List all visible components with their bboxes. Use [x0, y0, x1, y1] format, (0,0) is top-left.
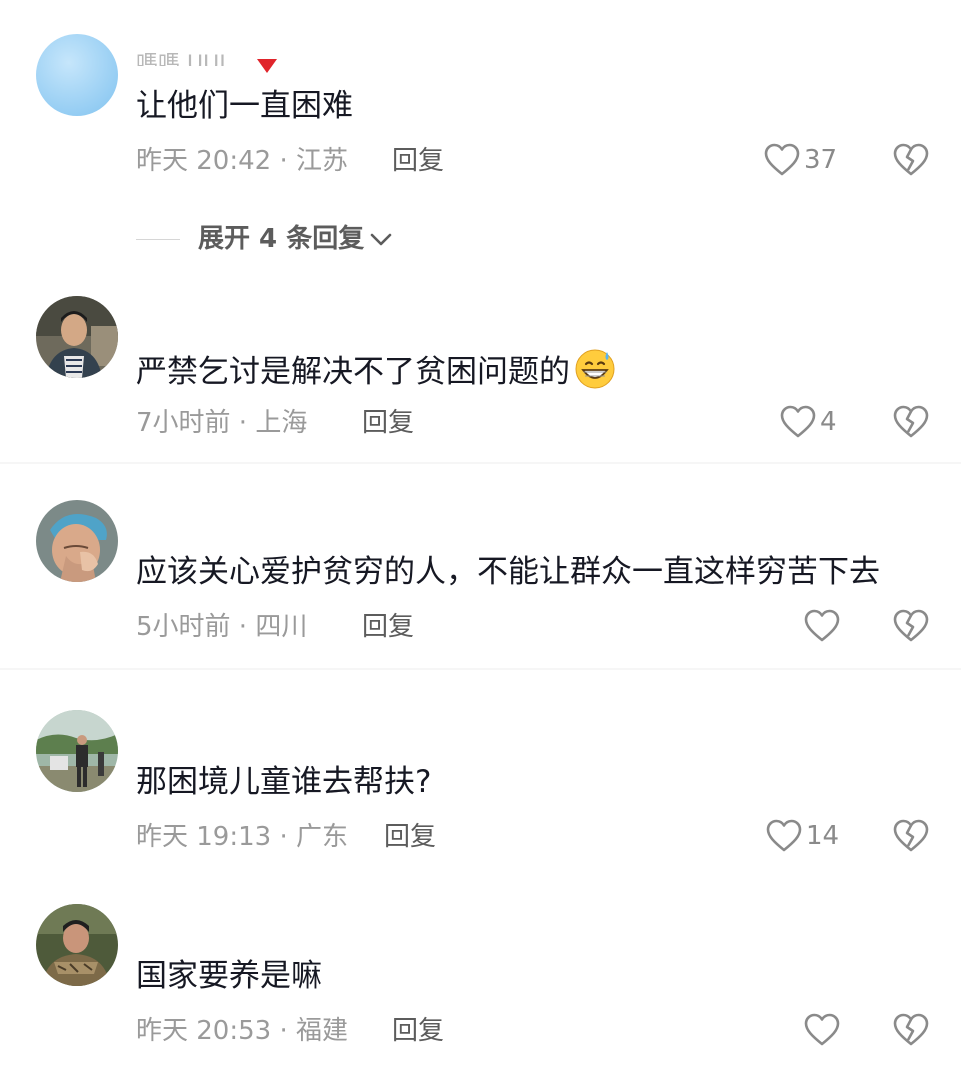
comment-text-body: 严禁乞讨是解决不了贫困问题的 [136, 354, 570, 390]
heart-outline-icon [766, 819, 802, 852]
broken-heart-icon [893, 143, 929, 176]
soldier-avatar [36, 904, 118, 986]
heart-outline-icon [804, 609, 840, 642]
like-button[interactable]: 4 [780, 405, 837, 439]
expand-replies-label: 展开 4 条回复 [198, 224, 365, 254]
reply-button[interactable]: 回复 [392, 1014, 444, 1048]
heart-outline-icon [764, 143, 800, 176]
avatar[interactable] [36, 500, 118, 582]
like-button[interactable] [804, 609, 844, 643]
reply-button[interactable]: 回复 [392, 144, 444, 178]
dislike-button[interactable] [893, 143, 929, 181]
avatar[interactable] [36, 34, 118, 116]
outdoor-people-avatar [36, 710, 118, 792]
comment-meta: 昨天 19:13 · 广东 [136, 822, 348, 852]
like-count: 37 [804, 145, 838, 175]
comment-text: 让他们一直困难 [136, 88, 353, 124]
broken-heart-icon [893, 609, 929, 642]
comment-text: 那困境儿童谁去帮扶? [136, 764, 432, 800]
dislike-button[interactable] [893, 819, 929, 857]
expand-divider [136, 238, 180, 240]
broken-heart-icon [893, 405, 929, 438]
comment-text: 严禁乞讨是解决不了贫困问题的 [136, 348, 616, 400]
like-button[interactable] [804, 1013, 844, 1047]
heart-decoration-icon [257, 58, 277, 77]
like-count: 14 [806, 821, 840, 851]
like-button[interactable]: 14 [766, 819, 839, 853]
reply-button[interactable]: 回复 [384, 820, 436, 854]
expand-replies-button[interactable]: 展开 4 条回复 [136, 222, 394, 256]
dislike-button[interactable] [893, 609, 929, 647]
broken-heart-icon [893, 1013, 929, 1046]
avatar[interactable] [36, 710, 118, 792]
grinning-sweat-emoji [574, 348, 616, 400]
heart-outline-icon [780, 405, 816, 438]
comment-meta: 昨天 20:42 · 江苏 [136, 146, 348, 176]
man-portrait-avatar [36, 296, 118, 378]
broken-heart-icon [893, 819, 929, 852]
dislike-button[interactable] [893, 1013, 929, 1051]
light-blue-circle-avatar [36, 34, 118, 116]
section-divider [0, 462, 961, 464]
username[interactable]: 嗎嗎 UUI [136, 48, 226, 66]
reply-button[interactable]: 回复 [362, 406, 414, 440]
comment-meta: 7小时前 · 上海 [136, 408, 308, 438]
comment-text: 应该关心爱护贫穷的人，不能让群众一直这样穷苦下去 [136, 554, 880, 590]
section-divider [0, 668, 961, 670]
dislike-button[interactable] [893, 405, 929, 443]
comment-text: 国家要养是嘛 [136, 958, 322, 994]
chevron-down-icon [370, 233, 392, 246]
heart-outline-icon [804, 1013, 840, 1046]
like-button[interactable]: 37 [764, 143, 837, 177]
avatar[interactable] [36, 296, 118, 378]
avatar[interactable] [36, 904, 118, 986]
comment-meta: 5小时前 · 四川 [136, 612, 308, 642]
reply-button[interactable]: 回复 [362, 610, 414, 644]
crying-person-avatar [36, 500, 118, 582]
like-count: 4 [820, 407, 837, 437]
comment-meta: 昨天 20:53 · 福建 [136, 1016, 348, 1046]
